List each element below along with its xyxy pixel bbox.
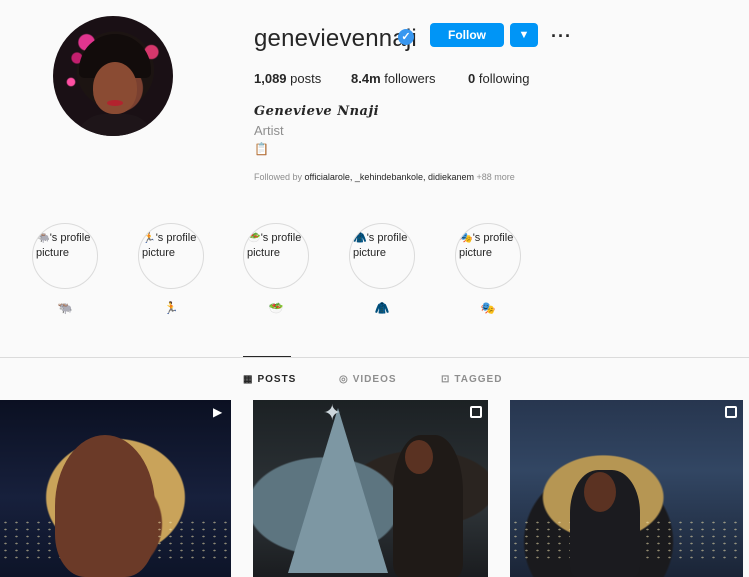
highlight-title: 🐃 — [57, 301, 73, 315]
video-play-icon: ◎ — [339, 374, 349, 385]
avatar-body — [75, 114, 155, 136]
video-play-icon: ▶ — [213, 405, 223, 419]
active-tab-indicator — [243, 356, 291, 357]
avatar-lips — [107, 100, 123, 106]
highlight-alt-text: 🧥's profile picture — [353, 232, 408, 259]
posts-label: posts — [290, 71, 322, 86]
following-label: following — [478, 71, 530, 86]
tagged-user-icon: ⊡ — [441, 374, 451, 385]
grid-icon: ▦ — [243, 374, 254, 385]
tab-posts[interactable]: ▦ POSTS — [243, 374, 296, 385]
highlight-alt-text: 🎭's profile picture — [459, 232, 514, 259]
story-highlight[interactable]: 🎭's profile picture 🎭 — [455, 223, 521, 315]
christmas-tree — [288, 408, 388, 573]
highlight-ring: 🎭's profile picture — [455, 223, 521, 289]
post-thumbnail[interactable] — [510, 400, 743, 577]
tab-videos[interactable]: ◎ VIDEOS — [339, 374, 397, 385]
tab-tagged[interactable]: ⊡ TAGGED — [441, 374, 502, 385]
profile-category: Artist — [254, 123, 284, 138]
suggestions-dropdown-button[interactable]: ▼ — [510, 23, 538, 47]
highlight-title: 🥗 — [268, 301, 284, 315]
post-person — [55, 435, 155, 577]
post-person-face — [584, 472, 616, 512]
profile-username: genevievennaji — [254, 25, 417, 52]
highlight-alt-text: 🏃's profile picture — [142, 232, 197, 259]
posts-stat: 1,089 posts — [254, 71, 321, 86]
follow-button[interactable]: Follow — [430, 23, 504, 47]
followers-stat[interactable]: 8.4m followers — [351, 71, 436, 86]
highlight-title: 🧥 — [374, 301, 390, 315]
highlight-ring: 🐃's profile picture — [32, 223, 98, 289]
multiple-posts-icon — [725, 406, 737, 418]
post-person-face — [405, 440, 433, 474]
followed-by-line[interactable]: Followed by officialarole, _kehindebanko… — [254, 172, 515, 182]
tab-tagged-label: TAGGED — [454, 374, 503, 385]
highlight-title: 🏃 — [163, 301, 179, 315]
multiple-posts-icon — [470, 406, 482, 418]
highlight-ring: 🏃's profile picture — [138, 223, 204, 289]
story-highlight[interactable]: 🧥's profile picture 🧥 — [349, 223, 415, 315]
avatar-face — [93, 62, 137, 114]
following-count: 0 — [468, 71, 476, 86]
chevron-down-icon: ▼ — [518, 29, 530, 41]
highlight-ring: 🥗's profile picture — [243, 223, 309, 289]
post-thumbnail[interactable]: ✦ — [253, 400, 488, 577]
more-options-icon[interactable]: ··· — [551, 26, 572, 47]
profile-avatar[interactable] — [53, 16, 173, 136]
story-highlight[interactable]: 🐃's profile picture 🐃 — [32, 223, 98, 315]
tab-posts-label: POSTS — [257, 374, 297, 385]
followed-by-names: officialarole, _kehindebankole, didiekan… — [304, 172, 474, 182]
story-highlight[interactable]: 🏃's profile picture 🏃 — [138, 223, 204, 315]
post-thumbnail[interactable]: ▶ — [0, 400, 231, 577]
posts-count: 1,089 — [254, 71, 287, 86]
verified-badge-icon: ✓ — [398, 29, 414, 45]
tabs-divider — [0, 357, 749, 358]
profile-full-name: 𝑮𝒆𝒏𝒆𝒗𝒊𝒆𝒗𝒆 𝑵𝒏𝒂𝒋𝒊 — [254, 104, 380, 119]
highlight-alt-text: 🥗's profile picture — [247, 232, 302, 259]
tab-videos-label: VIDEOS — [352, 374, 397, 385]
highlight-alt-text: 🐃's profile picture — [36, 232, 91, 259]
clipboard-icon: 📋 — [254, 142, 269, 156]
followed-by-more: +88 more — [476, 172, 515, 182]
tree-star: ✦ — [323, 400, 342, 425]
highlight-title: 🎭 — [480, 301, 496, 315]
followers-label: followers — [384, 71, 436, 86]
story-highlight[interactable]: 🥗's profile picture 🥗 — [243, 223, 309, 315]
followed-by-prefix: Followed by — [254, 172, 303, 182]
highlight-ring: 🧥's profile picture — [349, 223, 415, 289]
followers-count: 8.4m — [351, 71, 381, 86]
following-stat[interactable]: 0 following — [468, 71, 529, 86]
